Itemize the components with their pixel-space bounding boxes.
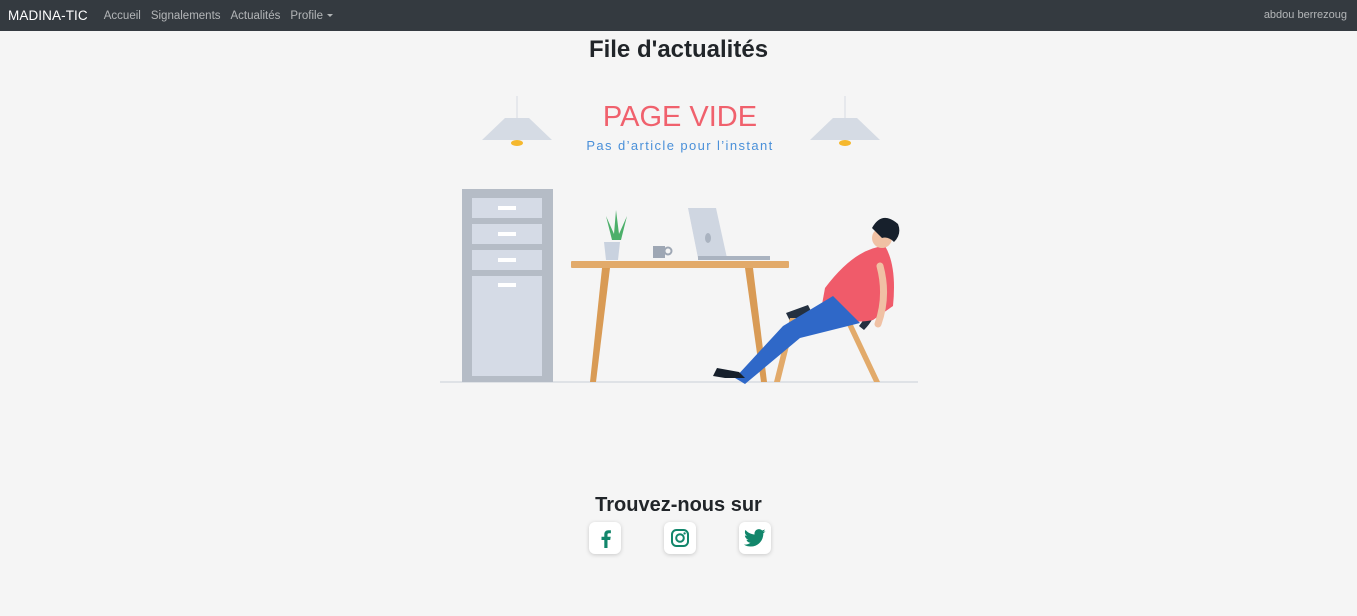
cup-icon <box>653 246 673 258</box>
instagram-button[interactable] <box>664 522 696 554</box>
nav-link-signalements[interactable]: Signalements <box>151 10 221 22</box>
social-section-title: Trouvez-nous sur <box>595 494 762 516</box>
instagram-icon <box>671 529 689 547</box>
profile-dropdown-label: Profile <box>290 9 323 22</box>
nav-link-actualites[interactable]: Actualités <box>231 10 281 22</box>
empty-page-illustration: PAGE VIDE Pas d’article pour l’instant <box>440 96 918 384</box>
facebook-icon <box>601 530 611 548</box>
empty-state-heading: PAGE VIDE <box>603 101 757 133</box>
empty-state-subtext: Pas d’article pour l’instant <box>586 138 773 153</box>
facebook-button[interactable] <box>589 522 621 554</box>
reclining-person <box>713 217 900 384</box>
file-cabinet <box>462 189 553 382</box>
left-lamp-icon <box>482 96 552 146</box>
chevron-down-icon <box>326 14 333 17</box>
plant-icon <box>604 210 627 260</box>
user-name-link[interactable]: abdou berrezoug <box>1264 0 1347 31</box>
page-title: File d'actualités <box>588 36 769 63</box>
right-lamp-icon <box>810 96 880 146</box>
top-navbar: MADINA-TIC Accueil Signalements Actualit… <box>0 0 1357 31</box>
twitter-icon <box>744 529 766 547</box>
nav-link-accueil[interactable]: Accueil <box>104 10 141 22</box>
profile-dropdown[interactable]: Profile <box>290 10 333 22</box>
laptop-icon <box>688 208 770 260</box>
twitter-button[interactable] <box>739 522 771 554</box>
brand-link[interactable]: MADINA-TIC <box>8 8 88 23</box>
